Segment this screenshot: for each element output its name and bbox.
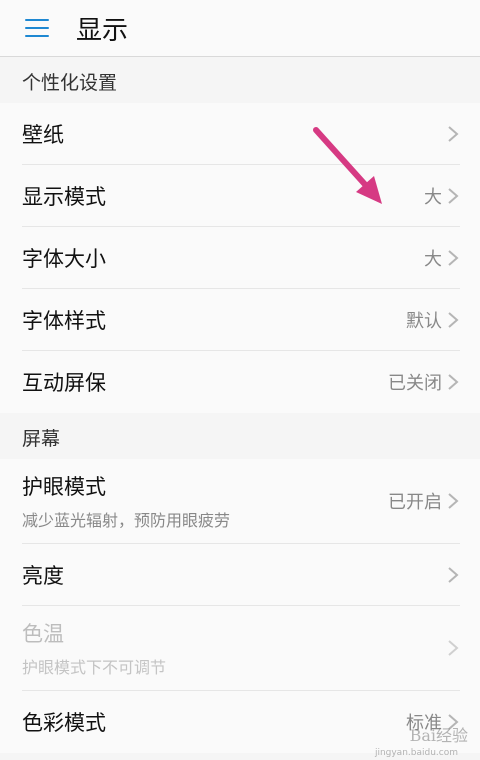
- font-style-label: 字体样式: [22, 308, 106, 333]
- chevron-right-icon: [448, 374, 459, 390]
- font-style-value: 默认: [406, 310, 442, 332]
- brightness-label: 亮度: [22, 563, 64, 588]
- watermark-subtext: jingyan.baidu.com: [374, 748, 458, 758]
- personalization-group: 壁纸 显示模式 大 字体大小 大 字体样式 默认 互动屏保 已关闭: [0, 103, 480, 413]
- chevron-right-icon: [448, 125, 459, 142]
- watermark-text: Bai经验: [409, 726, 468, 745]
- font-size-row[interactable]: 字体大小 大: [22, 227, 460, 289]
- section-header-personalization: 个性化设置: [22, 72, 118, 94]
- screensaver-label: 互动屏保: [22, 371, 106, 395]
- eye-comfort-value: 已开启: [388, 492, 442, 513]
- screensaver-row[interactable]: 互动屏保 已关闭: [22, 351, 460, 413]
- hamburger-menu-icon[interactable]: [25, 19, 49, 37]
- color-temp-label: 色温: [22, 622, 64, 646]
- eye-comfort-row[interactable]: 护眼模式 减少蓝光辐射，预防用眼疲劳 已开启: [22, 459, 460, 544]
- wallpaper-row[interactable]: 壁纸: [22, 103, 460, 165]
- screen-group: 护眼模式 减少蓝光辐射，预防用眼疲劳 已开启 亮度 色温 护眼模式下不可调节 色…: [0, 459, 480, 753]
- page-title: 显示: [76, 15, 129, 46]
- color-temp-row: 色温 护眼模式下不可调节: [22, 606, 460, 691]
- chevron-right-icon: [448, 640, 459, 656]
- chevron-right-icon: [448, 311, 459, 328]
- color-temp-subtitle: 护眼模式下不可调节: [22, 658, 167, 677]
- eye-comfort-label: 护眼模式: [22, 475, 106, 499]
- section-header-screen: 屏幕: [22, 428, 61, 450]
- font-size-value: 大: [424, 248, 442, 270]
- chevron-right-icon: [448, 249, 459, 266]
- chevron-right-icon: [448, 566, 459, 583]
- display-mode-value: 大: [424, 186, 442, 208]
- display-mode-label: 显示模式: [22, 184, 106, 209]
- display-mode-row[interactable]: 显示模式 大: [22, 165, 460, 227]
- chevron-right-icon: [448, 187, 459, 204]
- app-header: 显示: [0, 0, 480, 57]
- eye-comfort-subtitle: 减少蓝光辐射，预防用眼疲劳: [22, 511, 231, 530]
- font-style-row[interactable]: 字体样式 默认: [22, 289, 460, 351]
- color-mode-label: 色彩模式: [22, 711, 106, 735]
- wallpaper-label: 壁纸: [22, 122, 64, 147]
- chevron-right-icon: [448, 493, 459, 509]
- font-size-label: 字体大小: [22, 246, 106, 271]
- color-mode-row[interactable]: 色彩模式 标准: [22, 691, 460, 753]
- brightness-row[interactable]: 亮度: [22, 544, 460, 606]
- screensaver-value: 已关闭: [388, 373, 442, 394]
